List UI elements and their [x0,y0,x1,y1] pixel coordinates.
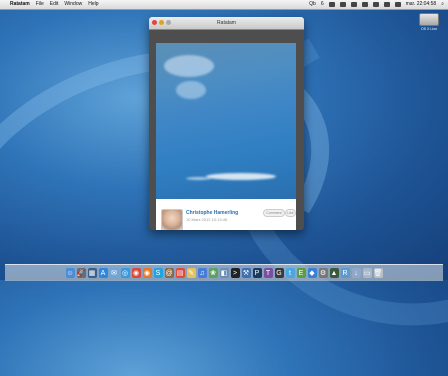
textmate-icon[interactable]: T [263,268,273,278]
app-store-icon[interactable]: A [98,268,108,278]
photo-card: Christophe Hamerling 10 Mars 2012 10:13:… [156,43,296,230]
terminal-icon[interactable]: > [230,268,240,278]
launchpad-icon[interactable]: 🚀 [76,268,86,278]
preview-icon[interactable]: ◧ [219,268,229,278]
title-bar[interactable]: Ratatam [149,17,304,30]
quicksilver-status[interactable]: Qb [309,0,316,9]
app-menu[interactable]: Ratatam [10,0,30,9]
window-title: Ratatam [217,20,236,26]
timemachine-status-icon[interactable] [350,2,357,7]
evernote-icon[interactable]: E [296,268,306,278]
menu-window[interactable]: Window [64,0,82,9]
volume-status-icon[interactable] [383,2,390,7]
dropbox-icon[interactable]: ◆ [307,268,317,278]
battery-status-icon[interactable] [394,2,401,7]
bluetooth-status-icon[interactable] [361,2,368,7]
itunes-icon[interactable]: ♫ [197,268,207,278]
xcode-icon[interactable]: ⚒ [241,268,251,278]
drive-label: OS X Lion [421,27,437,31]
safari-icon[interactable]: ◎ [120,268,130,278]
downloads-stack-icon[interactable]: ↓ [351,268,361,278]
menu-file[interactable]: File [36,0,44,9]
menu-edit[interactable]: Edit [50,0,59,9]
photoshop-icon[interactable]: P [252,268,262,278]
sky-photo[interactable] [156,43,296,199]
dock: ☺ 🚀 ▦ A ✉ ◎ ◉ ◉ S @ ▤ ✎ ♫ ❀ ◧ > ⚒ P T Gt E ◆ ⚙ ▲ R ↓ ▭ 🗑 [5,264,443,281]
cloud [186,177,211,180]
skype-icon[interactable]: S [153,268,163,278]
spotlight-search-icon[interactable]: ⌕ [441,0,444,9]
mission-control-icon[interactable]: ▦ [87,268,97,278]
contacts-icon[interactable]: @ [164,268,174,278]
finder-icon[interactable]: ☺ [65,268,75,278]
twitter-icon[interactable]: t [285,268,295,278]
github-icon[interactable]: G [274,268,284,278]
cloud-status-icon[interactable] [339,2,346,7]
cloud [206,173,276,180]
author-name[interactable]: Christophe Hamerling [186,210,238,216]
photo-date: 10 Mars 2012 10:13:46 [186,217,228,222]
notes-icon[interactable]: ✎ [186,268,196,278]
cloud [176,81,206,99]
menubar-clock[interactable]: mar. 22:04:58 [406,0,437,9]
wifi-status-icon[interactable] [372,2,379,7]
desktop-drive[interactable]: OS X Lion [418,13,440,31]
menu-bar: Ratatam File Edit Window Help Qb 6 mar. … [0,0,448,10]
ratatam-window: Ratatam Christophe Hamerling 10 Mars 201… [149,17,304,230]
hard-drive-icon [419,13,439,26]
activity-monitor-icon[interactable]: ▲ [329,268,339,278]
trash-icon[interactable]: 🗑 [373,268,383,278]
calendar-icon[interactable]: ▤ [175,268,185,278]
documents-stack-icon[interactable]: ▭ [362,268,372,278]
menu-help[interactable]: Help [88,0,98,9]
comment-button[interactable]: Comment [263,209,285,217]
mail-icon[interactable]: ✉ [109,268,119,278]
ratatam-icon[interactable]: R [340,268,350,278]
system-preferences-icon[interactable]: ⚙ [318,268,328,278]
chrome-icon[interactable]: ◉ [131,268,141,278]
photo-info: Christophe Hamerling 10 Mars 2012 10:13:… [156,200,296,230]
cloud [164,55,214,77]
iphoto-icon[interactable]: ❀ [208,268,218,278]
firefox-icon[interactable]: ◉ [142,268,152,278]
avatar[interactable] [161,209,183,230]
status-count[interactable]: 6 [321,0,324,9]
dropbox-status-icon[interactable] [328,2,335,7]
like-button[interactable]: Like [285,209,296,217]
